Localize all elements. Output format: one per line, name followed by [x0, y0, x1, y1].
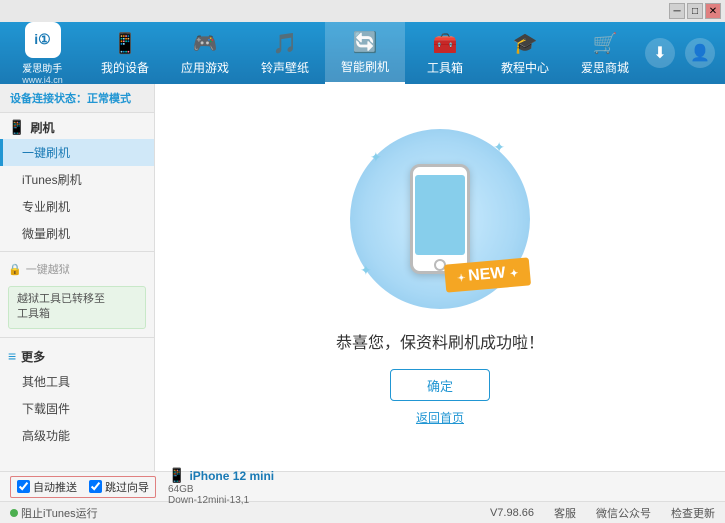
sidebar-jailbreak-lock: 🔒 一键越狱 [0, 256, 154, 282]
divider-2 [0, 337, 154, 338]
sparkle-2: ✦ [493, 139, 505, 156]
header: i① 爱思助手 www.i4.cn 📱 我的设备 🎮 应用游戏 🎵 铃声壁纸 🔄… [0, 22, 725, 84]
confirm-button[interactable]: 确定 [390, 369, 490, 401]
nav-label: 我的设备 [101, 59, 149, 76]
logo[interactable]: i① 爱思助手 www.i4.cn [0, 22, 85, 85]
toolbox-icon: 🧰 [433, 31, 458, 56]
nav-label: 爱思商城 [581, 59, 629, 76]
version-info: V7.98.66 [490, 507, 534, 519]
sparkle-1: ✦ [370, 149, 382, 166]
auto-push-checkbox[interactable] [17, 480, 30, 493]
checkbox-skip-guide[interactable]: 跳过向导 [89, 479, 149, 495]
nav-mall[interactable]: 🛒 爱思商城 [565, 22, 645, 84]
device-status: 设备连接状态：正常模式 [0, 84, 154, 113]
sidebar-item-micro-flash[interactable]: 微量刷机 [0, 220, 154, 247]
itunes-status-dot [10, 509, 18, 517]
back-link[interactable]: 返回首页 [416, 409, 464, 426]
skip-guide-label: 跳过向导 [105, 479, 149, 495]
customer-service[interactable]: 客服 [554, 505, 576, 521]
flash-section-icon: 📱 [8, 119, 25, 136]
device-icon: 📱 [113, 31, 138, 56]
divider-1 [0, 251, 154, 252]
sidebar-item-one-key-flash[interactable]: 一键刷机 [0, 139, 154, 166]
user-btn[interactable]: 👤 [685, 38, 715, 68]
nav-label: 工具箱 [427, 59, 463, 76]
close-btn[interactable]: ✕ [705, 3, 721, 19]
maximize-btn[interactable]: □ [687, 3, 703, 19]
nav-label: 教程中心 [501, 59, 549, 76]
nav-my-device[interactable]: 📱 我的设备 [85, 22, 165, 84]
bottom-checkboxes: 自动推送 跳过向导 [10, 476, 156, 498]
logo-text: 爱思助手 www.i4.cn [22, 60, 63, 85]
sparkle-3: ✦ [360, 262, 372, 279]
nav-items: 📱 我的设备 🎮 应用游戏 🎵 铃声壁纸 🔄 智能刷机 🧰 工具箱 🎓 教程中心… [85, 22, 645, 84]
minimize-btn[interactable]: ─ [669, 3, 685, 19]
nav-toolbox[interactable]: 🧰 工具箱 [405, 22, 485, 84]
logo-icon: i① [25, 22, 61, 58]
sidebar-jailbreak-notice: 越狱工具已转移至工具箱 [8, 286, 146, 329]
sidebar-item-advanced[interactable]: 高级功能 [0, 422, 154, 449]
download-btn[interactable]: ⬇ [645, 38, 675, 68]
device-storage: 64GB [168, 484, 274, 495]
sidebar-item-itunes-flash[interactable]: iTunes刷机 [0, 166, 154, 193]
nav-apps-games[interactable]: 🎮 应用游戏 [165, 22, 245, 84]
nav-smart-flash[interactable]: 🔄 智能刷机 [325, 22, 405, 84]
sidebar: 设备连接状态：正常模式 📱 刷机 一键刷机 iTunes刷机 专业刷机 微量刷机… [0, 84, 155, 471]
wechat-link[interactable]: 微信公众号 [596, 505, 651, 521]
ringtone-icon: 🎵 [273, 31, 298, 56]
nav-ringtones[interactable]: 🎵 铃声壁纸 [245, 22, 325, 84]
lock-icon: 🔒 [8, 263, 22, 276]
device-phone-icon: 📱 [168, 467, 185, 484]
title-bar: ─ □ ✕ [0, 0, 725, 22]
auto-push-label: 自动推送 [33, 479, 77, 495]
sidebar-item-download-firmware[interactable]: 下载固件 [0, 395, 154, 422]
device-name: 📱 iPhone 12 mini [168, 467, 274, 484]
apps-icon: 🎮 [193, 31, 218, 56]
tutorial-icon: 🎓 [513, 31, 538, 56]
sidebar-item-other-tools[interactable]: 其他工具 [0, 368, 154, 395]
flash-icon: 🔄 [353, 30, 378, 55]
mall-icon: 🛒 [593, 31, 618, 56]
bottom-device-info: 📱 iPhone 12 mini 64GB Down-12mini-13,1 [168, 467, 274, 506]
nav-label: 铃声壁纸 [261, 59, 309, 76]
itunes-status[interactable]: 阻止iTunes运行 [10, 505, 98, 521]
header-right: ⬇ 👤 [645, 38, 725, 68]
check-update[interactable]: 检查更新 [671, 505, 715, 521]
skip-guide-checkbox[interactable] [89, 480, 102, 493]
nav-label: 智能刷机 [341, 58, 389, 75]
checkbox-auto-push[interactable]: 自动推送 [17, 479, 77, 495]
more-section-icon: ≡ [8, 348, 16, 364]
bottom-bar: 自动推送 跳过向导 📱 iPhone 12 mini 64GB Down-12m… [0, 471, 725, 501]
phone-screen [415, 175, 465, 255]
new-badge: NEW [444, 257, 531, 292]
sidebar-section-flash: 📱 刷机 [0, 113, 154, 139]
nav-label: 应用游戏 [181, 59, 229, 76]
status-bar: 阻止iTunes运行 V7.98.66 客服 微信公众号 检查更新 [0, 501, 725, 523]
sidebar-item-pro-flash[interactable]: 专业刷机 [0, 193, 154, 220]
sidebar-section-more: ≡ 更多 [0, 342, 154, 368]
phone-illustration: ✦ ✦ ✦ NEW [340, 129, 540, 309]
nav-tutorials[interactable]: 🎓 教程中心 [485, 22, 565, 84]
success-text: 恭喜您，保资料刷机成功啦！ [336, 329, 544, 353]
main: 设备连接状态：正常模式 📱 刷机 一键刷机 iTunes刷机 专业刷机 微量刷机… [0, 84, 725, 471]
content-area: ✦ ✦ ✦ NEW 恭喜您，保资料刷机成功啦！ 确定 返回首页 [155, 84, 725, 471]
phone-body [410, 164, 470, 274]
device-version: Down-12mini-13,1 [168, 495, 274, 506]
